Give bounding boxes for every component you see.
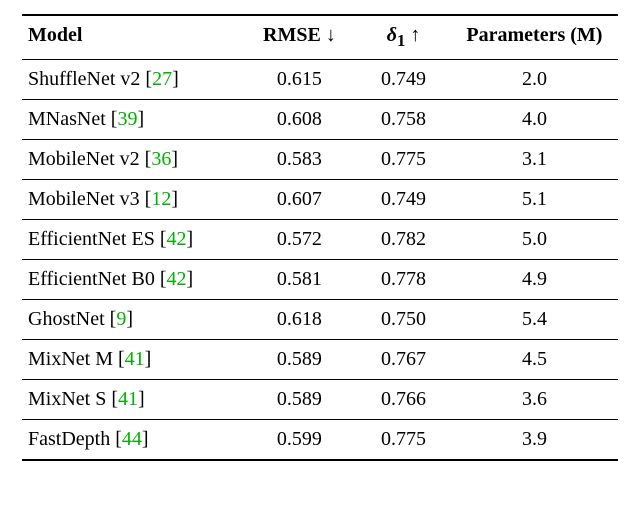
cell-model: EfficientNet B0 [42] — [22, 260, 243, 300]
cell-params: 5.0 — [451, 220, 618, 260]
cell-model: MobileNet v2 [36] — [22, 140, 243, 180]
cell-model: ShuffleNet v2 [27] — [22, 60, 243, 100]
header-delta-symbol: δ — [387, 24, 397, 46]
cell-rmse: 0.572 — [243, 220, 357, 260]
cell-rmse: 0.608 — [243, 100, 357, 140]
header-params: Parameters (M) — [451, 15, 618, 60]
table-row: MixNet S [41]0.5890.7663.6 — [22, 380, 618, 420]
cell-model: GhostNet [9] — [22, 300, 243, 340]
model-name: ShuffleNet v2 — [28, 68, 140, 90]
header-rmse-text: RMSE — [263, 24, 321, 46]
citation-link[interactable]: 42 — [167, 268, 187, 290]
table-row: MNasNet [39]0.6080.7584.0 — [22, 100, 618, 140]
cell-delta: 0.758 — [356, 100, 451, 140]
header-delta-sub: 1 — [397, 31, 405, 50]
cell-params: 4.9 — [451, 260, 618, 300]
model-name: GhostNet — [28, 308, 105, 330]
cell-delta: 0.766 — [356, 380, 451, 420]
cell-params: 3.9 — [451, 420, 618, 461]
cell-rmse: 0.599 — [243, 420, 357, 461]
citation-link[interactable]: 41 — [118, 388, 138, 410]
table-row: FastDepth [44]0.5990.7753.9 — [22, 420, 618, 461]
results-table-container: Model RMSE ↓ δ1 ↑ Parameters (M) Shuffle… — [0, 0, 640, 471]
cell-model: MixNet S [41] — [22, 380, 243, 420]
table-row: MobileNet v3 [12]0.6070.7495.1 — [22, 180, 618, 220]
cell-params: 2.0 — [451, 60, 618, 100]
cell-delta: 0.750 — [356, 300, 451, 340]
cell-model: MobileNet v3 [12] — [22, 180, 243, 220]
model-name: MobileNet v3 — [28, 188, 140, 210]
cell-params: 3.6 — [451, 380, 618, 420]
up-arrow-icon: ↑ — [410, 24, 420, 46]
header-rmse: RMSE ↓ — [243, 15, 357, 60]
model-name: MixNet M — [28, 348, 113, 370]
model-name: FastDepth — [28, 428, 110, 450]
cell-rmse: 0.618 — [243, 300, 357, 340]
model-name: MNasNet — [28, 108, 106, 130]
results-table: Model RMSE ↓ δ1 ↑ Parameters (M) Shuffle… — [22, 14, 618, 461]
citation-link[interactable]: 41 — [125, 348, 145, 370]
cell-delta: 0.775 — [356, 140, 451, 180]
cell-model: MNasNet [39] — [22, 100, 243, 140]
cell-params: 4.0 — [451, 100, 618, 140]
model-name: EfficientNet ES — [28, 228, 155, 250]
citation-link[interactable]: 42 — [167, 228, 187, 250]
citation-link[interactable]: 44 — [122, 428, 142, 450]
model-name: EfficientNet B0 — [28, 268, 155, 290]
model-name: MixNet S — [28, 388, 106, 410]
cell-delta: 0.749 — [356, 60, 451, 100]
cell-model: FastDepth [44] — [22, 420, 243, 461]
cell-rmse: 0.581 — [243, 260, 357, 300]
cell-model: MixNet M [41] — [22, 340, 243, 380]
cell-rmse: 0.589 — [243, 380, 357, 420]
citation-link[interactable]: 12 — [151, 188, 171, 210]
citation-link[interactable]: 36 — [151, 148, 171, 170]
table-row: GhostNet [9]0.6180.7505.4 — [22, 300, 618, 340]
citation-link[interactable]: 27 — [152, 68, 172, 90]
cell-delta: 0.775 — [356, 420, 451, 461]
cell-params: 5.4 — [451, 300, 618, 340]
cell-rmse: 0.607 — [243, 180, 357, 220]
down-arrow-icon: ↓ — [326, 24, 336, 46]
header-delta: δ1 ↑ — [356, 15, 451, 60]
cell-delta: 0.782 — [356, 220, 451, 260]
table-row: MobileNet v2 [36]0.5830.7753.1 — [22, 140, 618, 180]
table-body: ShuffleNet v2 [27]0.6150.7492.0MNasNet [… — [22, 60, 618, 461]
cell-params: 5.1 — [451, 180, 618, 220]
cell-rmse: 0.589 — [243, 340, 357, 380]
table-row: ShuffleNet v2 [27]0.6150.7492.0 — [22, 60, 618, 100]
header-model: Model — [22, 15, 243, 60]
table-row: EfficientNet B0 [42]0.5810.7784.9 — [22, 260, 618, 300]
cell-rmse: 0.615 — [243, 60, 357, 100]
model-name: MobileNet v2 — [28, 148, 140, 170]
cell-rmse: 0.583 — [243, 140, 357, 180]
cell-delta: 0.778 — [356, 260, 451, 300]
citation-link[interactable]: 39 — [117, 108, 137, 130]
cell-params: 4.5 — [451, 340, 618, 380]
table-row: EfficientNet ES [42]0.5720.7825.0 — [22, 220, 618, 260]
cell-delta: 0.767 — [356, 340, 451, 380]
table-row: MixNet M [41]0.5890.7674.5 — [22, 340, 618, 380]
cell-model: EfficientNet ES [42] — [22, 220, 243, 260]
cell-params: 3.1 — [451, 140, 618, 180]
citation-link[interactable]: 9 — [116, 308, 126, 330]
cell-delta: 0.749 — [356, 180, 451, 220]
